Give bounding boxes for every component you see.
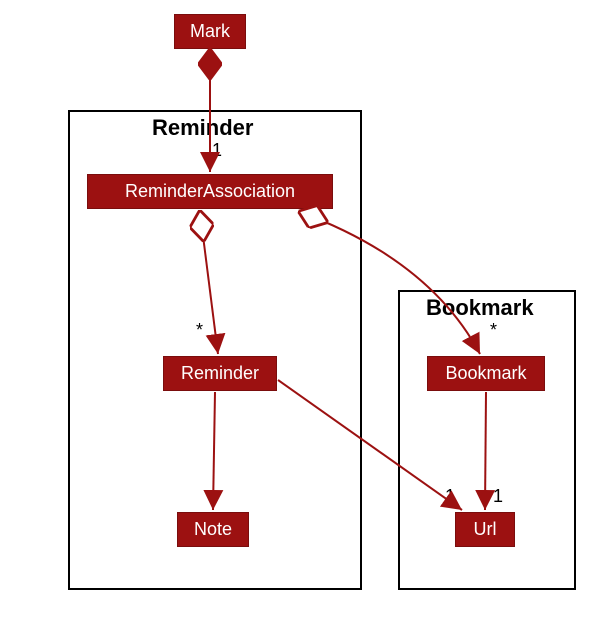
mult-bookmark-to-url: 1 [493,486,503,507]
package-bookmark-title: Bookmark [426,295,534,321]
mult-ra-to-reminder: * [196,320,203,341]
mult-mark-to-ra: 1 [212,140,222,161]
mult-ra-to-bookmark: * [490,320,497,341]
class-note: Note [177,512,249,547]
package-reminder-title: Reminder [152,115,253,141]
mult-reminder-to-url: 1 [445,486,455,507]
class-mark: Mark [174,14,246,49]
class-bookmark: Bookmark [427,356,545,391]
class-reminder-association: ReminderAssociation [87,174,333,209]
class-reminder: Reminder [163,356,277,391]
class-url: Url [455,512,515,547]
